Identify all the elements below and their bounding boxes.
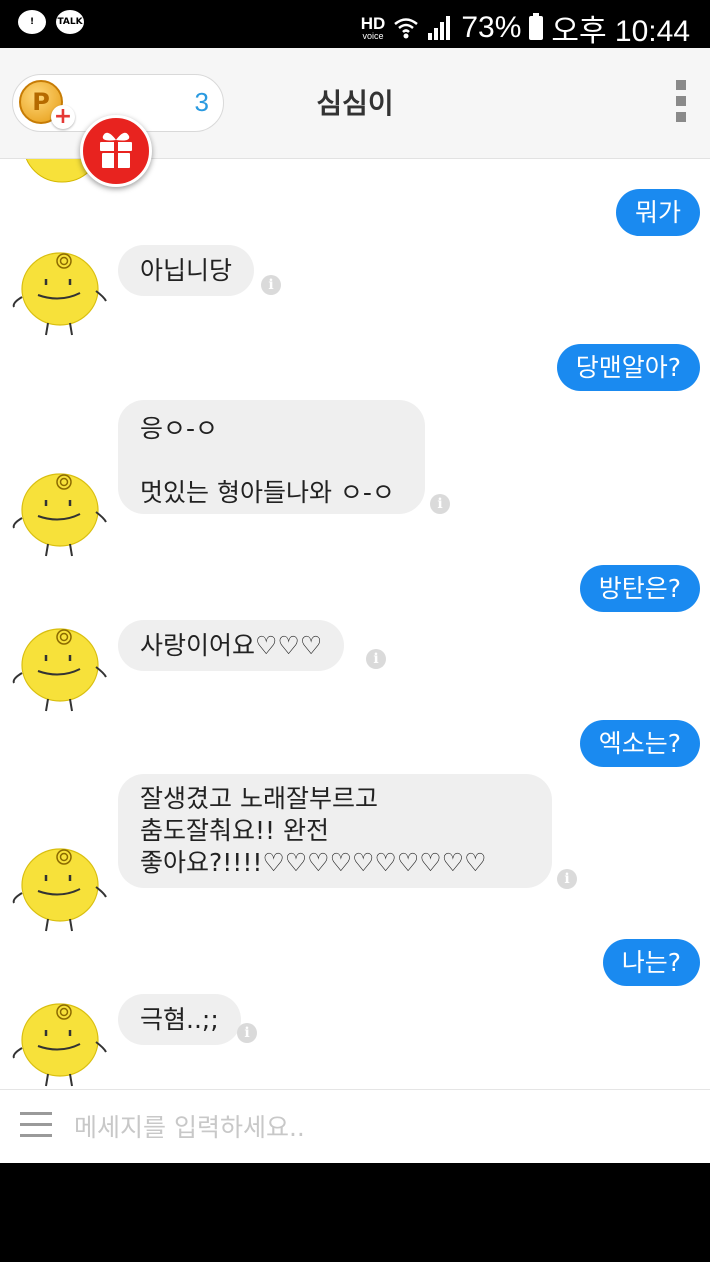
battery-percent: 73% (461, 11, 522, 44)
message-bubble: 극혐..;; (118, 994, 241, 1045)
battery-icon (529, 13, 544, 40)
message-bubble: 방탄은? (579, 565, 700, 612)
info-icon[interactable]: i (557, 869, 577, 889)
hamburger-menu-icon[interactable] (20, 1112, 52, 1145)
message-alert-icon: ! (18, 10, 46, 34)
kakaotalk-icon: TALK (56, 10, 84, 34)
message-input[interactable] (72, 1104, 676, 1150)
info-icon[interactable]: i (237, 1023, 257, 1043)
message-bubble: 뭐가 (615, 189, 700, 236)
message-bubble: 사랑이어요♡♡♡ (118, 620, 345, 671)
gift-button[interactable] (80, 115, 152, 187)
signal-icon (428, 16, 451, 40)
clock: 오후 10:44 (551, 15, 690, 48)
message-bubble: 당맨알아? (556, 344, 700, 391)
simsimi-avatar (12, 848, 107, 932)
message-bubble: 나는? (602, 939, 700, 986)
message-bubble: 엑소는? (579, 720, 700, 767)
overflow-menu-icon[interactable] (674, 80, 688, 126)
message-bubble: 아닙니당 (118, 245, 255, 296)
info-icon[interactable]: i (261, 275, 281, 295)
message-bubble: 응ㅇ-ㅇ 멋있는 형아들나와 ㅇ-ㅇ (118, 400, 425, 514)
simsimi-avatar (12, 628, 107, 712)
gift-icon (100, 132, 132, 168)
status-bar: ! TALK HD voice 73% 오후 10:44 (0, 0, 710, 48)
wifi-icon (394, 18, 419, 39)
system-nav-area (0, 1163, 710, 1262)
info-icon[interactable]: i (366, 649, 386, 669)
simsimi-avatar (12, 252, 107, 336)
status-right: HD voice 73% 오후 10:44 (361, 6, 690, 50)
info-icon[interactable]: i (430, 494, 450, 514)
notification-icons: ! TALK (18, 10, 84, 34)
chat-area[interactable]: 뭐가 아닙니당 i 당맨알아? 응ㅇ-ㅇ 멋있는 형아들나와 ㅇ-ㅇ i 방탄은… (0, 159, 710, 1089)
hd-voice-icon: HD voice (360, 14, 386, 41)
message-input-bar (0, 1089, 710, 1164)
simsimi-avatar (12, 473, 107, 557)
message-bubble: 잘생겼고 노래잘부르고 춤도잘춰요!! 완전 좋아요?!!!!♡♡♡♡♡♡♡♡♡… (118, 774, 552, 888)
simsimi-avatar (12, 1003, 107, 1087)
